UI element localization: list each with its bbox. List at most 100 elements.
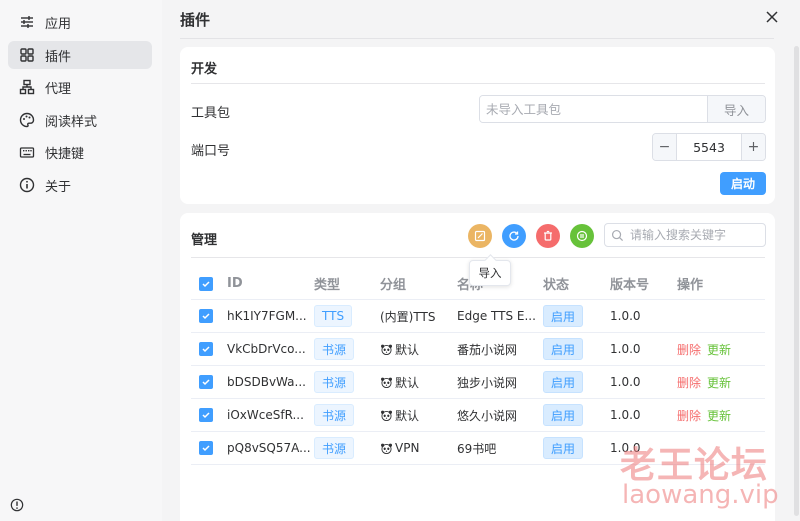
column-header-status[interactable]: 状态 [543,268,569,299]
refresh-icon [509,231,519,241]
row-checkbox[interactable] [199,300,213,332]
group-label: 默认 [395,375,420,390]
list-circle-icon [576,230,588,242]
column-header-actions: 操作 [677,278,704,293]
cell-group: 默认 [380,399,419,431]
cell-type: 书源 [314,432,355,464]
grid-icon [18,46,36,64]
group-label: 默认 [395,408,420,423]
check-icon [202,313,210,320]
column-header-id[interactable]: ID [227,268,243,299]
delete-link[interactable]: 删除 [677,374,701,391]
cell-name: 独步小说网 [457,375,518,390]
cell-id: VkCbDrVco... [227,342,306,356]
status-badge[interactable]: 启用 [543,305,584,327]
check-icon [202,280,210,287]
column-header-group[interactable]: 分组 [380,268,406,299]
cell-type: 书源 [314,366,355,398]
increment-button[interactable]: + [741,134,765,160]
sidebar-item-label: 快捷键 [45,146,85,162]
cell-status: 启用 [543,399,584,431]
sidebar: 应用 插件 代理 阅读样式 快捷键 关于 [0,0,162,521]
status-badge[interactable]: 启用 [543,404,584,426]
info-icon[interactable] [10,498,24,512]
sidebar-item-reading-style[interactable]: 阅读样式 [8,106,152,134]
table-row: hK1IY7FGM... TTS (内置)TTS Edge TTS E... 启用 1.0… [191,300,765,333]
import-plugin-button[interactable] [468,224,492,248]
cell-status: 启用 [543,366,584,398]
decrement-button[interactable]: − [653,134,677,160]
group-label: 默认 [395,342,420,357]
toolkit-input[interactable] [480,96,707,122]
keyboard-icon [18,143,36,161]
import-toolkit-button[interactable]: 导入 [707,96,765,122]
port-value[interactable]: 5543 [677,134,741,160]
close-icon[interactable] [764,9,780,25]
panda-icon [380,377,393,388]
more-button[interactable] [570,224,594,248]
cell-group: VPN [380,432,419,464]
update-link[interactable]: 更新 [707,374,731,391]
refresh-button[interactable] [502,224,526,248]
cell-id: pQ8vSQ57A... [227,441,311,455]
sidebar-item-shortcuts[interactable]: 快捷键 [8,138,152,166]
trash-icon [544,230,552,241]
cell-version: 1.0.0 [610,375,641,389]
status-badge[interactable]: 启用 [543,437,584,459]
cell-actions: 删除 更新 [677,399,731,431]
sidebar-item-proxy[interactable]: 代理 [8,73,152,101]
check-icon [202,445,210,452]
edit-icon [474,230,486,242]
sidebar-item-about[interactable]: 关于 [8,171,152,199]
cell-id: bDSDBvWa... [227,375,306,389]
sidebar-item-plugins[interactable]: 插件 [8,41,152,69]
row-checkbox[interactable] [199,366,213,398]
search-input[interactable] [630,228,760,242]
table-row: VkCbDrVco... 书源 默认 番茄小说网 启用 1.0.0 删除 更新 [191,333,765,366]
status-badge[interactable]: 启用 [543,371,584,393]
cell-actions: 删除 更新 [677,333,731,365]
delete-selected-button[interactable] [536,224,560,248]
cell-group: 默认 [380,366,419,398]
column-header-version[interactable]: 版本号 [610,268,649,299]
sidebar-item-label: 应用 [45,16,72,32]
network-icon [18,78,36,96]
cell-id: iOxWceSfR... [227,408,304,422]
sidebar-item-apps[interactable]: 应用 [8,8,152,36]
search-field[interactable] [604,223,766,247]
start-button[interactable]: 启动 [720,172,766,195]
select-all-checkbox[interactable] [199,268,213,299]
cell-status: 启用 [543,432,584,464]
row-checkbox[interactable] [199,399,213,431]
column-header-type[interactable]: 类型 [314,268,340,299]
cell-group: (内置)TTS [380,300,435,332]
dev-card: 开发 工具包 导入 端口号 − 5543 + 启动 [180,47,775,204]
panda-icon [380,443,393,454]
update-link[interactable]: 更新 [707,341,731,358]
cell-name: 69书吧 [457,441,497,456]
sliders-icon [18,13,36,31]
search-icon [611,229,624,241]
sidebar-item-label: 阅读样式 [45,114,98,130]
status-badge[interactable]: 启用 [543,338,584,360]
port-label: 端口号 [191,144,231,159]
toolkit-label: 工具包 [191,106,231,121]
row-checkbox[interactable] [199,432,213,464]
divider [180,38,774,39]
cell-version: 1.0.0 [610,408,641,422]
cell-type: 书源 [314,333,355,365]
cell-status: 启用 [543,333,584,365]
page-title: 插件 [180,11,211,29]
delete-link[interactable]: 删除 [677,341,701,358]
scrollbar[interactable] [794,46,799,516]
watermark-url: laowang.vip [622,480,779,510]
divider [191,83,765,84]
cell-status: 启用 [543,300,584,332]
info-icon [18,176,36,194]
delete-link[interactable]: 删除 [677,407,701,424]
row-checkbox[interactable] [199,333,213,365]
cell-actions: 删除 更新 [677,366,731,398]
update-link[interactable]: 更新 [707,407,731,424]
cell-version: 1.0.0 [610,342,641,356]
group-label: VPN [395,441,420,455]
